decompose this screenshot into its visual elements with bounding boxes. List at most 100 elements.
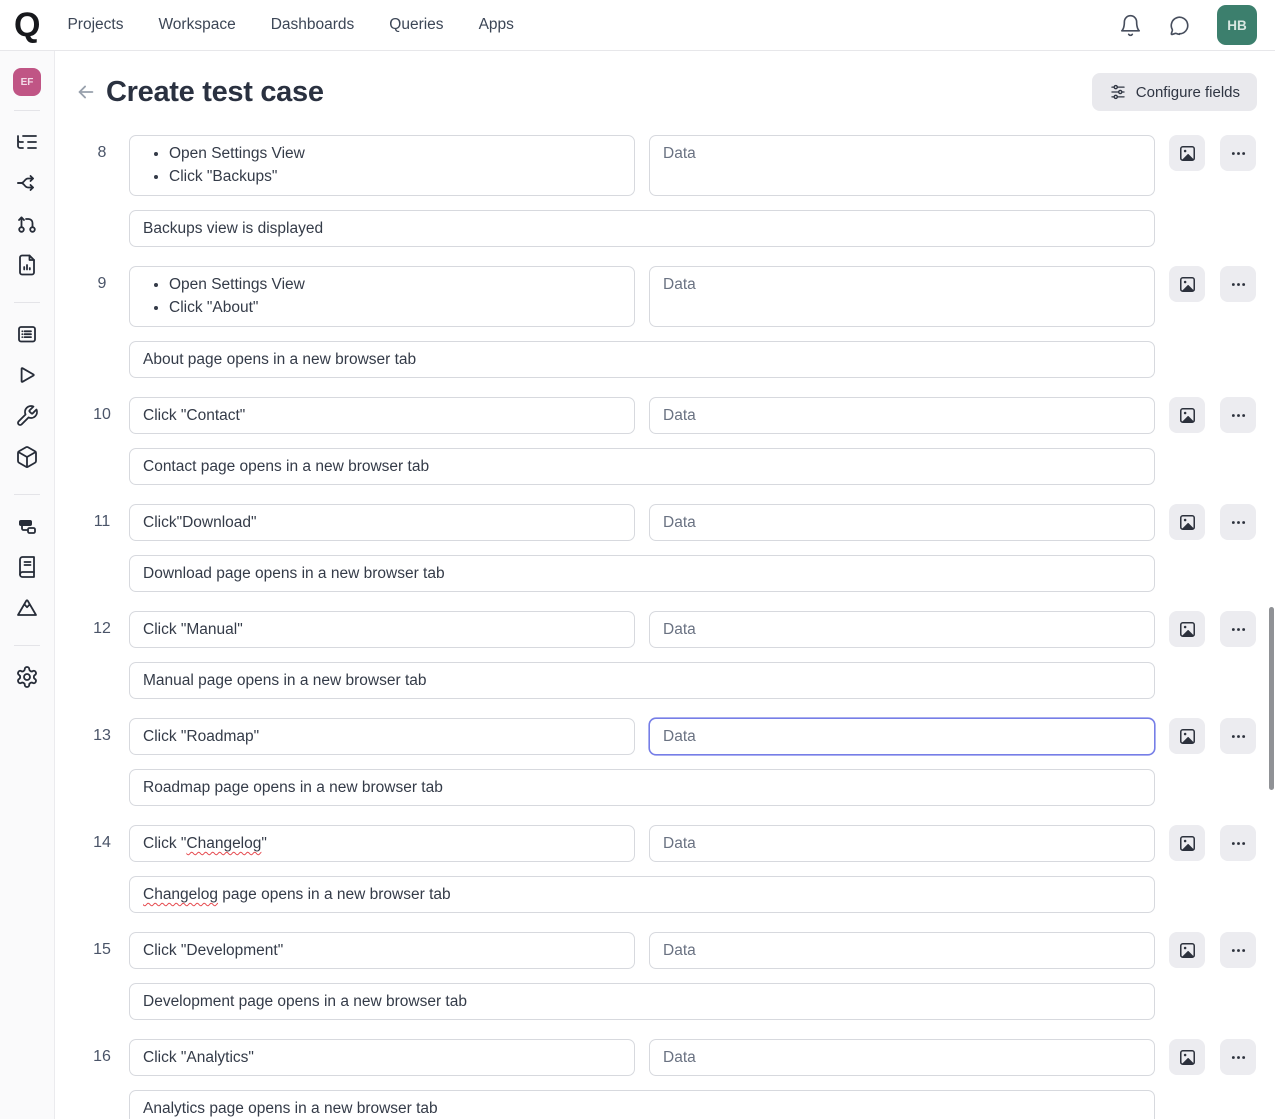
sidebar-item-environments[interactable]	[9, 439, 45, 475]
main-content: Create test case Configure fields 8 Open…	[55, 51, 1275, 1119]
sidebar-item-integrations[interactable]	[9, 508, 45, 544]
misspelled-word: Changelog	[186, 835, 262, 852]
configure-fields-button[interactable]: Configure fields	[1091, 73, 1257, 111]
mountain-icon	[17, 599, 37, 616]
sidebar-item-milestones[interactable]	[9, 590, 45, 626]
test-step: 16 Click "Analytics" Data Analytics page…	[75, 1039, 1257, 1119]
step-action-input[interactable]: Click "Changelog"	[129, 825, 635, 862]
sidebar-item-settings[interactable]	[9, 659, 45, 695]
step-data-input[interactable]: Data	[649, 825, 1155, 862]
image-icon	[1179, 621, 1195, 637]
main-nav: Projects Workspace Dashboards Queries Ap…	[67, 16, 513, 34]
ellipsis-icon	[1231, 151, 1245, 155]
nav-item-workspace[interactable]: Workspace	[158, 16, 235, 34]
attach-image-button[interactable]	[1169, 397, 1205, 433]
app-logo[interactable]: Q	[14, 8, 40, 42]
step-action-input[interactable]: Click "Analytics"	[129, 1039, 635, 1076]
image-icon	[1179, 407, 1195, 423]
top-navigation-bar: Q Projects Workspace Dashboards Queries …	[0, 0, 1275, 51]
step-action-input[interactable]: Click"Download"	[129, 504, 635, 541]
attach-image-button[interactable]	[1169, 266, 1205, 302]
sidebar-divider	[14, 110, 40, 111]
step-expected-input[interactable]: Manual page opens in a new browser tab	[129, 662, 1155, 699]
attach-image-button[interactable]	[1169, 932, 1205, 968]
step-data-input[interactable]: Data	[649, 932, 1155, 969]
user-avatar[interactable]: HB	[1217, 5, 1257, 45]
configure-fields-label: Configure fields	[1135, 83, 1240, 101]
nav-item-apps[interactable]: Apps	[479, 16, 514, 34]
attach-image-button[interactable]	[1169, 611, 1205, 647]
step-action-input[interactable]: Click "Development"	[129, 932, 635, 969]
tree-list-icon	[17, 135, 37, 149]
test-list-icon	[18, 326, 36, 343]
book-icon	[19, 556, 35, 578]
step-number: 16	[93, 1048, 111, 1065]
step-data-input[interactable]: Data	[649, 504, 1155, 541]
attach-image-button[interactable]	[1169, 135, 1205, 171]
step-data-input[interactable]: Data	[649, 1039, 1155, 1076]
attach-image-button[interactable]	[1169, 1039, 1205, 1075]
step-expected-input[interactable]: Roadmap page opens in a new browser tab	[129, 769, 1155, 806]
step-data-input[interactable]: Data	[649, 135, 1155, 196]
step-more-button[interactable]	[1220, 135, 1256, 171]
sidebar-item-repository[interactable]	[9, 124, 45, 160]
step-number: 9	[97, 275, 107, 292]
ellipsis-icon	[1231, 520, 1245, 524]
image-icon	[1179, 942, 1195, 958]
step-data-input[interactable]: Data	[649, 718, 1155, 755]
sidebar-divider	[14, 645, 40, 646]
test-step: 12 Click "Manual" Data Manual page opens…	[75, 611, 1257, 699]
report-file-icon	[19, 254, 35, 276]
image-icon	[1179, 514, 1195, 530]
step-action-input[interactable]: Open Settings ViewClick "About"	[129, 266, 635, 327]
chat-icon[interactable]	[1168, 14, 1191, 37]
sidebar-item-test-cases[interactable]	[9, 316, 45, 352]
step-more-button[interactable]	[1220, 504, 1256, 540]
step-more-button[interactable]	[1220, 825, 1256, 861]
step-more-button[interactable]	[1220, 1039, 1256, 1075]
test-step: 10 Click "Contact" Data Contact page ope…	[75, 397, 1257, 485]
nav-item-projects[interactable]: Projects	[67, 16, 123, 34]
step-action-input[interactable]: Click "Roadmap"	[129, 718, 635, 755]
attach-image-button[interactable]	[1169, 825, 1205, 861]
sidebar-item-reports[interactable]	[9, 247, 45, 283]
bell-icon[interactable]	[1119, 14, 1142, 37]
step-more-button[interactable]	[1220, 611, 1256, 647]
step-expected-input[interactable]: Changelog page opens in a new browser ta…	[129, 876, 1155, 913]
step-expected-input[interactable]: Contact page opens in a new browser tab	[129, 448, 1155, 485]
step-more-button[interactable]	[1220, 718, 1256, 754]
sidebar-item-runs[interactable]	[9, 357, 45, 393]
step-action-input[interactable]: Click "Contact"	[129, 397, 635, 434]
step-more-button[interactable]	[1220, 932, 1256, 968]
step-data-input[interactable]: Data	[649, 611, 1155, 648]
test-steps-list: 8 Open Settings ViewClick "Backups" Data	[55, 135, 1275, 1119]
test-step: 11 Click"Download" Data Download page op…	[75, 504, 1257, 592]
step-expected-input[interactable]: Development page opens in a new browser …	[129, 983, 1155, 1020]
sidebar-item-test-runs[interactable]	[9, 206, 45, 242]
sidebar-divider	[14, 302, 40, 303]
vertical-scrollbar[interactable]	[1269, 607, 1274, 790]
sidebar-item-configurations[interactable]	[9, 398, 45, 434]
project-badge[interactable]: EF	[13, 68, 41, 96]
sidebar-item-documentation[interactable]	[9, 549, 45, 585]
step-expected-input[interactable]: Analytics page opens in a new browser ta…	[129, 1090, 1155, 1119]
ellipsis-icon	[1231, 1055, 1245, 1059]
step-expected-input[interactable]: About page opens in a new browser tab	[129, 341, 1155, 378]
attach-image-button[interactable]	[1169, 504, 1205, 540]
step-more-button[interactable]	[1220, 397, 1256, 433]
step-action-input[interactable]: Click "Manual"	[129, 611, 635, 648]
ellipsis-icon	[1231, 841, 1245, 845]
back-arrow-icon[interactable]	[75, 81, 97, 103]
step-expected-input[interactable]: Backups view is displayed	[129, 210, 1155, 247]
step-number: 8	[97, 144, 107, 161]
step-data-input[interactable]: Data	[649, 397, 1155, 434]
nav-item-dashboards[interactable]: Dashboards	[271, 16, 355, 34]
step-expected-input[interactable]: Download page opens in a new browser tab	[129, 555, 1155, 592]
step-data-input[interactable]: Data	[649, 266, 1155, 327]
step-more-button[interactable]	[1220, 266, 1256, 302]
nav-item-queries[interactable]: Queries	[389, 16, 443, 34]
image-icon	[1179, 145, 1195, 161]
step-action-input[interactable]: Open Settings ViewClick "Backups"	[129, 135, 635, 196]
attach-image-button[interactable]	[1169, 718, 1205, 754]
sidebar-item-shared-steps[interactable]	[9, 165, 45, 201]
